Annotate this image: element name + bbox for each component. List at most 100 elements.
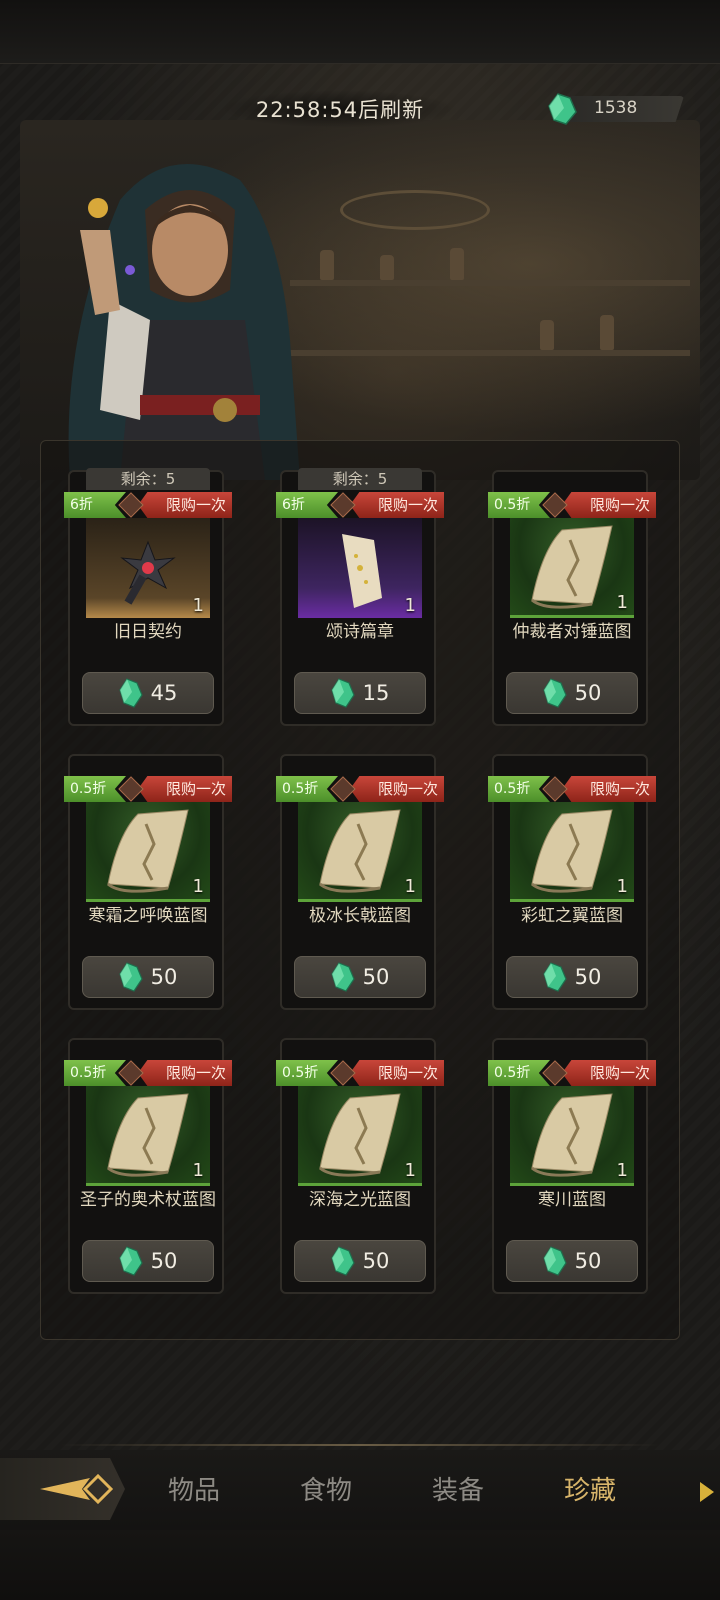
- item-name: 颂诗篇章: [326, 622, 394, 642]
- item-price: 50: [362, 1249, 390, 1273]
- tab-treasures[interactable]: 珍藏: [564, 1470, 616, 1507]
- buy-button[interactable]: 50: [294, 1240, 426, 1282]
- item-thumbnail: 1: [510, 1086, 634, 1186]
- shop-item-card[interactable]: 0.5折 限购一次 1 寒川蓝图 50: [488, 1038, 656, 1294]
- item-name: 彩虹之翼蓝图: [521, 906, 623, 926]
- tab-equipment[interactable]: 装备: [432, 1470, 484, 1507]
- item-price: 50: [150, 1249, 178, 1273]
- shop-item-card[interactable]: 0.5折 限购一次 1 深海之光蓝图 50: [276, 1038, 444, 1294]
- shop-item-card[interactable]: 剩余：5 6折 限购一次 1 颂诗篇章 15: [276, 468, 444, 726]
- green-crystal-icon: [542, 962, 567, 992]
- item-price: 50: [574, 681, 602, 705]
- item-tags: 0.5折 限购一次: [64, 776, 232, 802]
- remaining-count: 剩余：5: [298, 468, 422, 490]
- discount-tag: 0.5折: [488, 776, 550, 802]
- item-price: 50: [150, 965, 178, 989]
- discount-tag: 0.5折: [64, 1060, 126, 1086]
- item-tags: 6折 限购一次: [276, 492, 444, 518]
- bottom-nav: 物品 食物 装备 珍藏: [0, 1450, 720, 1530]
- buy-button[interactable]: 50: [294, 956, 426, 998]
- item-thumbnail: 1: [298, 518, 422, 618]
- bottle-decor: [540, 320, 554, 350]
- shop-item-card[interactable]: 0.5折 限购一次 1 极冰长戟蓝图 50: [276, 754, 444, 1010]
- item-tags: 0.5折 限购一次: [488, 492, 656, 518]
- item-thumbnail: 1: [86, 1086, 210, 1186]
- item-quantity: 1: [616, 1160, 628, 1181]
- buy-button[interactable]: 15: [294, 672, 426, 714]
- buy-button[interactable]: 50: [82, 1240, 214, 1282]
- limit-tag: 限购一次: [350, 1060, 444, 1086]
- scroll-right-arrow-icon[interactable]: [700, 1482, 714, 1502]
- green-crystal-icon: [118, 1246, 143, 1276]
- item-name: 圣子的奥术杖蓝图: [80, 1190, 216, 1210]
- blueprint-scroll-icon: [107, 809, 189, 893]
- item-name: 仲裁者对锤蓝图: [512, 622, 632, 642]
- item-thumbnail: 1: [510, 518, 634, 618]
- green-crystal-icon: [118, 962, 143, 992]
- blueprint-scroll-icon: [531, 809, 613, 893]
- bottom-decoration-band: [0, 1530, 720, 1600]
- green-crystal-icon: [542, 678, 567, 708]
- top-decoration-band: [0, 0, 720, 64]
- shop-item-card[interactable]: 0.5折 限购一次 1 圣子的奥术杖蓝图 50: [64, 1038, 232, 1294]
- buy-button[interactable]: 50: [506, 672, 638, 714]
- chandelier-decor: [340, 190, 490, 230]
- discount-tag: 0.5折: [276, 776, 338, 802]
- item-tags: 0.5折 限购一次: [276, 776, 444, 802]
- shop-item-card[interactable]: 0.5折 限购一次 1 寒霜之呼唤蓝图 50: [64, 754, 232, 1010]
- shop-item-card[interactable]: 剩余：5 6折 限购一次 1 旧日契约 45: [64, 468, 232, 726]
- bottle-decor: [450, 248, 464, 280]
- blueprint-scroll-icon: [107, 1093, 189, 1177]
- nav-divider: [60, 1444, 660, 1446]
- item-thumbnail: 1: [510, 802, 634, 902]
- item-name: 极冰长戟蓝图: [309, 906, 411, 926]
- item-tags: 0.5折 限购一次: [276, 1060, 444, 1086]
- discount-tag: 6折: [276, 492, 338, 518]
- item-quantity: 1: [404, 1160, 416, 1181]
- blueprint-scroll-icon: [319, 1093, 401, 1177]
- item-thumbnail: 1: [298, 802, 422, 902]
- item-price: 50: [574, 1249, 602, 1273]
- refresh-timer: 22:58:54后刷新: [220, 90, 460, 128]
- currency-amount: 1538: [594, 98, 638, 118]
- shop-item-card[interactable]: 0.5折 限购一次 1 彩虹之翼蓝图 50: [488, 754, 656, 1010]
- shop-item-card[interactable]: 0.5折 限购一次 1 仲裁者对锤蓝图 50: [488, 470, 656, 726]
- limit-tag: 限购一次: [562, 776, 656, 802]
- limit-tag: 限购一次: [350, 776, 444, 802]
- green-crystal-icon: [118, 678, 143, 708]
- discount-tag: 0.5折: [488, 1060, 550, 1086]
- green-crystal-icon: [330, 1246, 355, 1276]
- buy-button[interactable]: 50: [82, 956, 214, 998]
- item-quantity: 1: [404, 595, 416, 616]
- remaining-count: 剩余：5: [86, 468, 210, 490]
- item-name: 寒川蓝图: [538, 1190, 606, 1210]
- item-thumbnail: 1: [86, 518, 210, 618]
- limit-tag: 限购一次: [562, 1060, 656, 1086]
- tab-food[interactable]: 食物: [300, 1470, 352, 1507]
- buy-button[interactable]: 50: [506, 1240, 638, 1282]
- limit-tag: 限购一次: [562, 492, 656, 518]
- blueprint-scroll-icon: [319, 809, 401, 893]
- green-crystal-icon: [548, 93, 577, 125]
- currency-display: 1538: [546, 92, 686, 126]
- item-thumbnail: 1: [86, 802, 210, 902]
- scroll-page-icon: [342, 534, 382, 608]
- spiked-mace-icon: [120, 540, 176, 605]
- discount-tag: 0.5折: [276, 1060, 338, 1086]
- buy-button[interactable]: 45: [82, 672, 214, 714]
- blueprint-scroll-icon: [531, 525, 613, 609]
- limit-tag: 限购一次: [138, 492, 232, 518]
- item-thumbnail: 1: [298, 1086, 422, 1186]
- tab-items[interactable]: 物品: [168, 1470, 220, 1507]
- limit-tag: 限购一次: [350, 492, 444, 518]
- discount-tag: 0.5折: [488, 492, 550, 518]
- buy-button[interactable]: 50: [506, 956, 638, 998]
- item-quantity: 1: [404, 876, 416, 897]
- item-name: 旧日契约: [114, 622, 182, 642]
- back-button[interactable]: [0, 1458, 125, 1520]
- item-quantity: 1: [616, 876, 628, 897]
- shelf-decor: [290, 280, 690, 286]
- item-quantity: 1: [192, 876, 204, 897]
- bottle-decor: [600, 315, 614, 350]
- item-name: 深海之光蓝图: [309, 1190, 411, 1210]
